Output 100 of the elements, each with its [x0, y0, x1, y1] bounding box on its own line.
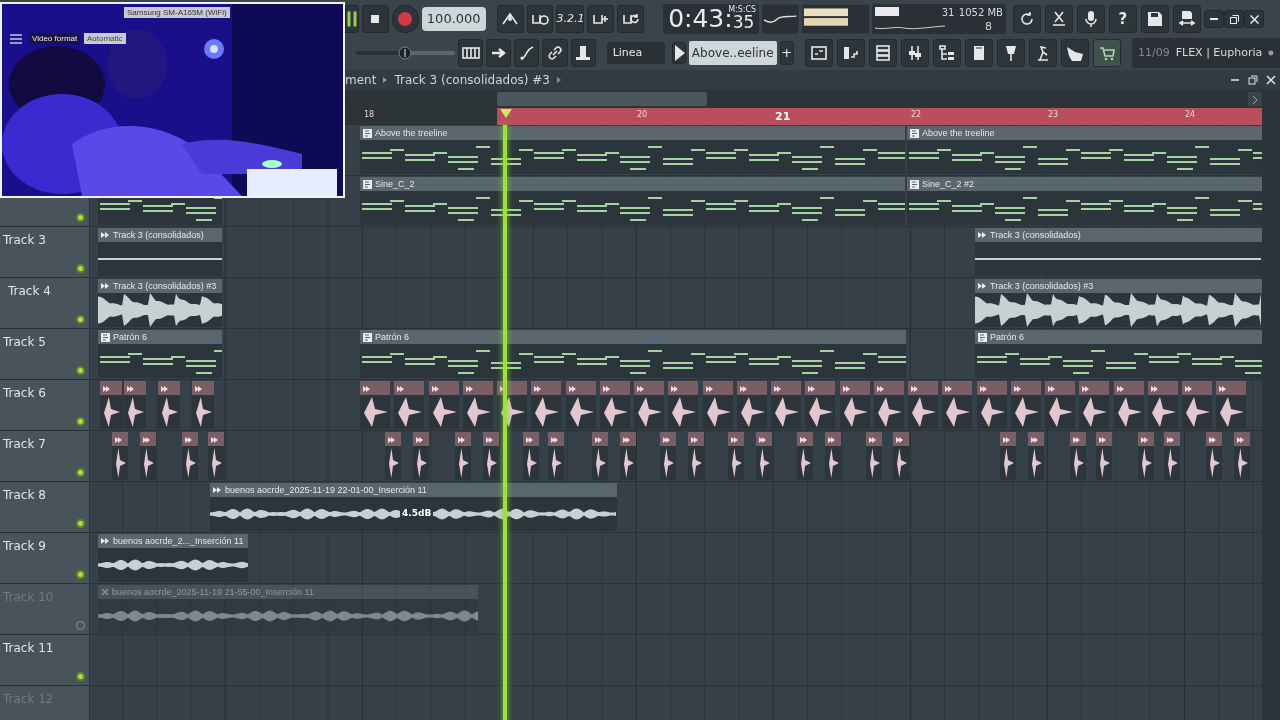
track-name[interactable]: Track 9	[3, 537, 46, 555]
pattern-clip[interactable]: Patrón 6	[98, 330, 222, 378]
hit-clip[interactable]	[531, 381, 561, 429]
hit-clip[interactable]	[523, 432, 539, 480]
touch-keyboard-button[interactable]	[1029, 39, 1057, 67]
audio-clip[interactable]: Track 3 (consolidados) #3	[975, 279, 1262, 327]
hit-clip[interactable]	[1028, 432, 1044, 480]
hit-clip[interactable]	[1206, 432, 1222, 480]
hit-clip[interactable]	[455, 432, 471, 480]
hit-clip[interactable]	[756, 432, 772, 480]
minimize-button[interactable]	[1204, 10, 1224, 28]
browser-button[interactable]	[933, 39, 961, 67]
track-name[interactable]: Track 3	[3, 231, 46, 249]
mixer-list-button[interactable]	[869, 39, 897, 67]
track-mute-indicator[interactable]	[76, 264, 85, 273]
export-button[interactable]	[1172, 5, 1201, 33]
pattern-clip[interactable]: Above the treeline	[360, 126, 905, 174]
channel-rack-button[interactable]	[837, 39, 865, 67]
hit-clip[interactable]	[688, 432, 704, 480]
track-name[interactable]: Track 6	[3, 384, 46, 402]
plugin-button[interactable]	[570, 39, 596, 67]
camera-device-selector[interactable]: Samsung SM-A165M (WiFi)	[124, 7, 230, 18]
hit-clip[interactable]	[112, 432, 128, 480]
hit-clip[interactable]	[977, 381, 1007, 429]
track-mute-indicator[interactable]	[76, 366, 85, 375]
breadcrumb-item[interactable]: Track 3 (consolidados) #3	[394, 71, 550, 89]
track-name[interactable]: Track 4	[8, 282, 51, 300]
breadcrumb-item[interactable]: ment	[345, 71, 377, 89]
hit-clip[interactable]	[385, 432, 401, 480]
hit-clip[interactable]	[1070, 432, 1086, 480]
hit-clip[interactable]	[483, 432, 499, 480]
track-mute-indicator[interactable]	[76, 672, 85, 681]
hit-clip[interactable]	[463, 381, 493, 429]
slide-tool-button[interactable]	[514, 39, 540, 67]
audio-clip[interactable]: buenos aocrde_2025-11-19 22-01-00_Inserción 11 4.5dB	[210, 483, 617, 531]
hit-clip[interactable]	[728, 432, 744, 480]
track-mute-indicator[interactable]	[76, 468, 85, 477]
step-edit-button[interactable]	[587, 5, 615, 33]
slider-thumb[interactable]	[398, 46, 412, 60]
stop-button[interactable]	[362, 5, 389, 33]
hit-clip[interactable]	[592, 432, 608, 480]
add-pattern-button[interactable]: +	[779, 41, 794, 65]
track-name[interactable]: Track 5	[3, 333, 46, 351]
hit-clip[interactable]	[1216, 381, 1246, 429]
pattern-clip[interactable]: Patrón 6	[975, 330, 1262, 378]
help-button[interactable]: ?	[1108, 5, 1137, 33]
cut-button[interactable]	[1044, 5, 1073, 33]
record-audio-button[interactable]	[1076, 5, 1105, 33]
hit-clip[interactable]	[893, 432, 909, 480]
menu-icon[interactable]	[10, 34, 22, 44]
hit-clip[interactable]	[1000, 432, 1016, 480]
hit-clip[interactable]	[413, 432, 429, 480]
hit-clip[interactable]	[737, 381, 767, 429]
pattern-clip[interactable]: Sine_C_2	[360, 177, 905, 225]
hit-clip[interactable]	[1114, 381, 1144, 429]
hit-clip[interactable]	[192, 381, 214, 429]
plugin-database-button[interactable]	[997, 39, 1025, 67]
shop-button[interactable]	[1093, 39, 1121, 67]
countdown-button[interactable]: 3.2.1	[556, 5, 585, 33]
pattern-arrow-button[interactable]	[671, 42, 686, 64]
wait-input-button[interactable]	[526, 5, 554, 33]
hit-clip[interactable]	[703, 381, 733, 429]
video-format-selector[interactable]: Automatic	[84, 33, 126, 44]
pause-button[interactable]	[345, 5, 359, 33]
hit-clip[interactable]	[620, 432, 636, 480]
undo-button[interactable]	[1012, 5, 1041, 33]
hit-clip[interactable]	[1079, 381, 1109, 429]
scroll-right-button[interactable]	[1248, 92, 1262, 106]
track-name[interactable]: Track 7	[3, 435, 46, 453]
hit-clip[interactable]	[634, 381, 664, 429]
hit-clip[interactable]	[825, 432, 841, 480]
mixer-button[interactable]	[901, 39, 929, 67]
save-button[interactable]	[1140, 5, 1169, 33]
hit-clip[interactable]	[548, 432, 564, 480]
track-name[interactable]: Track 8	[3, 486, 46, 504]
link-button[interactable]	[542, 39, 568, 67]
hit-clip[interactable]	[874, 381, 904, 429]
hit-clip[interactable]	[1234, 432, 1250, 480]
hit-clip[interactable]	[124, 381, 146, 429]
project-button[interactable]	[965, 39, 993, 67]
hit-clip[interactable]	[1138, 432, 1154, 480]
scrollbar-thumb[interactable]	[497, 92, 707, 106]
audio-clip[interactable]: Track 3 (consolidados)	[98, 228, 222, 276]
pattern-clip[interactable]: Patrón 6	[360, 330, 906, 378]
close-icon[interactable]	[1266, 75, 1276, 85]
close-button[interactable]	[1244, 10, 1264, 28]
hit-clip[interactable]	[771, 381, 801, 429]
hit-clip[interactable]	[360, 381, 390, 429]
pattern-clip[interactable]: Above the treeline	[907, 126, 1262, 174]
hit-clip[interactable]	[805, 381, 835, 429]
tempo-field[interactable]: 100.000	[421, 7, 486, 31]
hit-clip[interactable]	[840, 381, 870, 429]
hit-clip[interactable]	[1148, 381, 1178, 429]
hit-clip[interactable]	[208, 432, 224, 480]
hit-clip[interactable]	[668, 381, 698, 429]
track-mute-indicator[interactable]	[76, 519, 85, 528]
hit-clip[interactable]	[566, 381, 596, 429]
pattern-clip[interactable]	[98, 197, 222, 225]
audio-clip[interactable]: Track 3 (consolidados)	[975, 228, 1262, 276]
hit-clip[interactable]	[942, 381, 972, 429]
